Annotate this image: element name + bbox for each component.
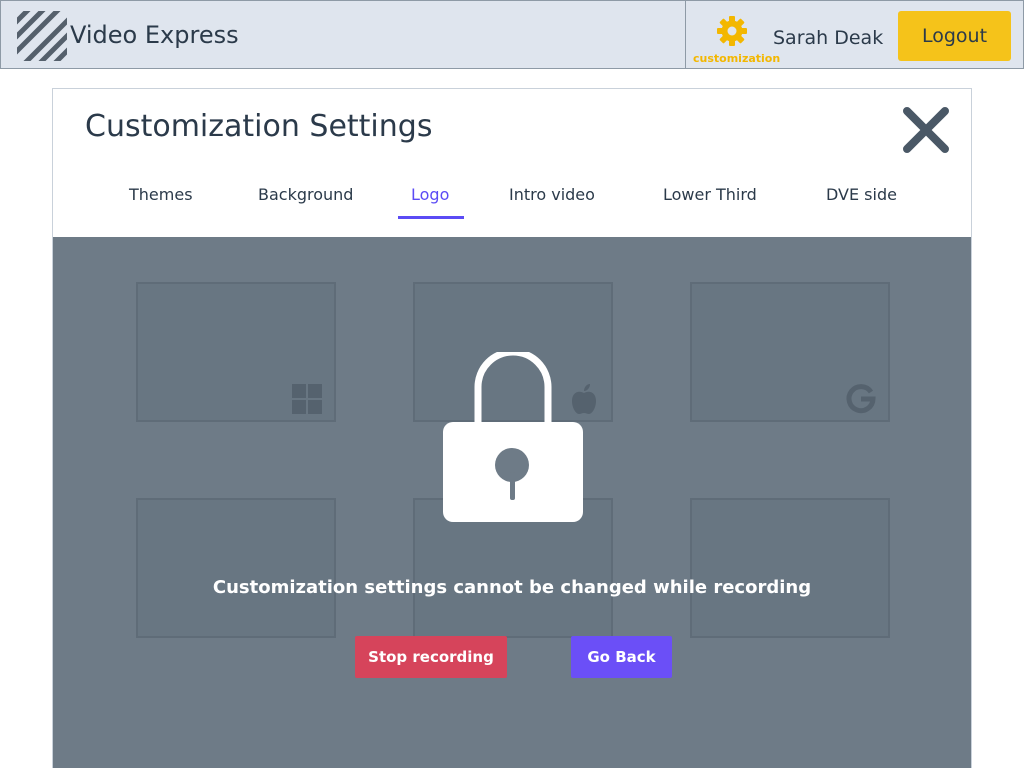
tab-intro-video[interactable]: Intro video (509, 185, 595, 204)
logo-tile-windows[interactable] (136, 282, 336, 422)
go-back-button[interactable]: Go Back (571, 636, 672, 678)
gear-icon (717, 16, 747, 46)
brand-logo-icon (17, 11, 67, 61)
customization-settings-modal: Customization Settings Themes Background… (52, 88, 972, 768)
logo-tile-empty-1[interactable] (136, 498, 336, 638)
customization-label: customization (693, 52, 781, 65)
tab-themes[interactable]: Themes (129, 185, 193, 204)
tab-logo[interactable]: Logo (411, 185, 449, 204)
user-name: Sarah Deak (773, 27, 884, 49)
header-divider (685, 1, 686, 69)
tab-background[interactable]: Background (258, 185, 353, 204)
close-icon[interactable] (901, 105, 951, 155)
lock-icon (443, 352, 583, 522)
app-name: Video Express (70, 21, 239, 49)
stop-recording-button[interactable]: Stop recording (355, 636, 507, 678)
logo-tile-google[interactable] (690, 282, 890, 422)
windows-icon (292, 384, 322, 414)
top-bar: Video Express customization Sarah Deak L… (0, 0, 1024, 69)
customization-button[interactable]: customization (693, 15, 781, 67)
google-icon (846, 384, 876, 414)
logo-tile-empty-3[interactable] (690, 498, 890, 638)
logo-panel: Customization settings cannot be changed… (53, 237, 971, 768)
tab-dve-side[interactable]: DVE side (826, 185, 897, 204)
modal-title: Customization Settings (85, 109, 433, 144)
active-tab-indicator (398, 216, 464, 219)
logout-button[interactable]: Logout (898, 11, 1011, 61)
tab-lower-third[interactable]: Lower Third (663, 185, 757, 204)
recording-lock-message: Customization settings cannot be changed… (212, 577, 812, 598)
